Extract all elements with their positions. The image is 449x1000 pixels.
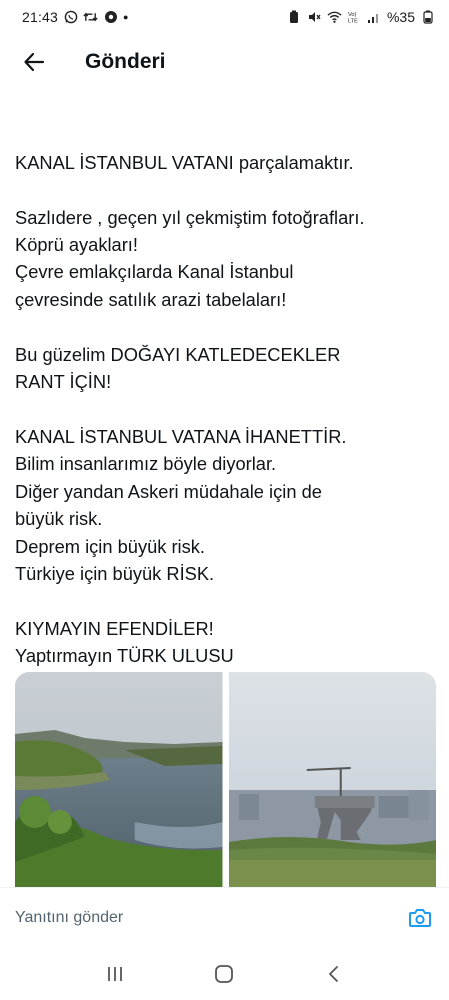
tweet-line: Çevre emlakçılarda Kanal İstanbul (15, 261, 294, 283)
svg-text:LTE: LTE (348, 19, 358, 24)
lake-landscape-photo[interactable] (15, 672, 223, 887)
tweet-line: RANT İÇİN! (15, 371, 112, 393)
tweet-line: Yaptırmayın TÜRK ULUSU (15, 645, 234, 667)
tweet-line: KANAL İSTANBUL VATANI parçalamaktır. (15, 151, 354, 173)
svg-text:Vo): Vo) (348, 12, 357, 18)
system-nav-bar (0, 947, 449, 1000)
tweet-line: Sazlıdere , geçen yıl çekmiştim fotoğraf… (15, 206, 365, 228)
home-button[interactable] (202, 954, 246, 994)
reply-bar: Yanıtını gönder (0, 887, 449, 947)
retweet-notification-icon (83, 10, 98, 24)
battery-icon (420, 10, 435, 24)
browser-icon (103, 10, 118, 24)
tweet-lines: KANAL İSTANBUL VATANI parçalamaktır. Saz… (15, 149, 440, 670)
tweet-line: Diğer yandan Askeri müdahale için de (15, 480, 322, 502)
tweet-media (15, 672, 436, 887)
arrow-left-icon (24, 52, 45, 72)
more-notifications-dot: ● (123, 12, 129, 22)
system-back-button[interactable] (312, 954, 356, 994)
top-app-bar: Gönderi (0, 34, 449, 90)
status-right: Vo) LTE %35 (287, 9, 435, 25)
tweet-line: KANAL İSTANBUL VATANA İHANETTİR. (15, 425, 347, 447)
signal-icon (367, 10, 382, 24)
camera-icon (409, 908, 431, 927)
volte-icon: Vo) LTE (347, 10, 362, 24)
recent-apps-button[interactable] (93, 954, 137, 994)
battery-percent: %35 (386, 9, 415, 25)
back-button[interactable] (12, 40, 56, 84)
status-left: 21:43 ● (22, 9, 128, 25)
tweet-line: Bu güzelim DOĞAYI KATLEDECEKLER (15, 343, 341, 365)
tweet-line: Köprü ayakları! (15, 234, 138, 256)
tweet-line: çevresinde satılık arazi tabelaları! (15, 288, 287, 310)
page-title: Gönderi (85, 50, 166, 73)
tweet-line: KIYMAYIN EFENDİLER! (15, 617, 214, 639)
status-bar: 21:43 ● Vo) LTE %35 (0, 0, 449, 34)
tweet-line: Türkiye için büyük RİSK. (15, 562, 215, 584)
battery-saver-icon (287, 10, 302, 24)
status-time: 21:43 (22, 9, 59, 25)
home-icon (215, 964, 234, 983)
camera-button[interactable] (406, 904, 434, 932)
recent-apps-icon (107, 966, 122, 981)
back-icon (329, 965, 339, 982)
wifi-icon (327, 10, 342, 24)
tweet-line: Deprem için büyük risk. (15, 535, 205, 557)
bridge-construction-photo[interactable] (228, 672, 436, 887)
tweet-line: Bilim insanlarımız böyle diyorlar. (15, 453, 277, 475)
tweet-line: büyük risk. (15, 508, 103, 530)
mute-icon (307, 10, 322, 24)
whatsapp-icon (63, 10, 78, 24)
reply-input[interactable]: Yanıtını gönder (15, 909, 123, 927)
